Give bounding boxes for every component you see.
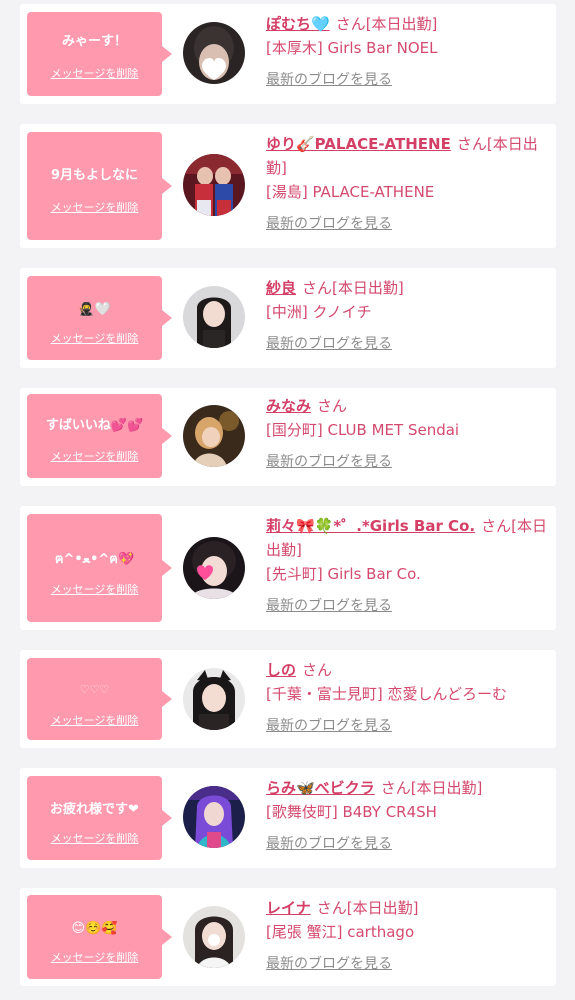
shop-info: [国分町] CLUB MET Sendai bbox=[266, 421, 460, 439]
favorite-card: すばいいね💕💕 メッセージを削除 みなみ さん [国分町] CLUB MET Se… bbox=[20, 388, 556, 486]
message-bubble: ฅ^•ﻌ•^ฅ💖 メッセージを削除 bbox=[27, 514, 172, 622]
cast-name-link[interactable]: らみ🦋べビクラ bbox=[266, 779, 375, 797]
name-line: ぽむち🩵 さん[本日出勤] bbox=[266, 12, 548, 36]
honorific: さん bbox=[335, 15, 366, 33]
message-bubble: 😊☺️🥰 メッセージを削除 bbox=[27, 895, 172, 979]
favorite-card: みゃーす！ メッセージを削除 ぽむち🩵 さん[本日出勤] [本厚木] Girls … bbox=[20, 4, 556, 104]
message-text: お疲れ様です❤ bbox=[50, 802, 139, 817]
cast-info: ぽむち🩵 さん[本日出勤] [本厚木] Girls Bar NOEL 最新のブログ… bbox=[266, 12, 548, 92]
message-bubble: すばいいね💕💕 メッセージを削除 bbox=[27, 394, 172, 478]
name-line: レイナ さん[本日出勤] bbox=[266, 896, 548, 920]
latest-blog-link[interactable]: 最新のブログを見る bbox=[266, 832, 392, 856]
cast-info: 莉々🎀🍀*゜.*Girls Bar Co. さん[本日出勤] [先斗町] Girl… bbox=[266, 514, 548, 618]
favorite-card: 9月もよしなに メッセージを削除 ゆり🎸PALACE-ATHENE さん[本日出勤… bbox=[20, 124, 556, 248]
delete-message-link[interactable]: メッセージを削除 bbox=[27, 332, 162, 346]
message-text: みゃーす！ bbox=[61, 34, 127, 49]
favorite-card: お疲れ様です❤ メッセージを削除 らみ🦋べビクラ さん[本日出勤] [歌舞伎町] … bbox=[20, 768, 556, 868]
delete-message-link[interactable]: メッセージを削除 bbox=[27, 67, 162, 81]
favorite-card: 😊☺️🥰 メッセージを削除 レイナ さん[本日出勤] [尾張 蟹江] cartha… bbox=[20, 888, 556, 986]
shop-info: [中洲] クノイチ bbox=[266, 303, 372, 321]
work-status: [本日出勤] bbox=[346, 899, 419, 917]
delete-message-link[interactable]: メッセージを削除 bbox=[27, 450, 162, 464]
work-status: [本日出勤] bbox=[332, 279, 404, 297]
cast-name-link[interactable]: 莉々🎀🍀*゜.*Girls Bar Co. bbox=[266, 517, 475, 535]
message-text: ♡♡♡ bbox=[79, 683, 110, 696]
message-bubble: お疲れ様です❤ メッセージを削除 bbox=[27, 776, 172, 860]
cast-info: 紗良 さん[本日出勤] [中洲] クノイチ 最新のブログを見る bbox=[266, 276, 548, 356]
favorite-card: 🥷🤍 メッセージを削除 紗良 さん[本日出勤] [中洲] クノイチ 最新のブログを… bbox=[20, 268, 556, 368]
name-line: ゆり🎸PALACE-ATHENE さん[本日出勤] bbox=[266, 132, 548, 180]
favorite-card: ฅ^•ﻌ•^ฅ💖 メッセージを削除 莉々🎀🍀*゜.*Girls Bar Co. さ… bbox=[20, 506, 556, 630]
cast-name-link[interactable]: みなみ bbox=[266, 397, 311, 415]
name-line: 莉々🎀🍀*゜.*Girls Bar Co. さん[本日出勤] bbox=[266, 514, 548, 562]
latest-blog-link[interactable]: 最新のブログを見る bbox=[266, 450, 392, 474]
message-bubble: みゃーす！ メッセージを削除 bbox=[27, 12, 172, 96]
cast-info: らみ🦋べビクラ さん[本日出勤] [歌舞伎町] B4BY CR4SH 最新のブログ… bbox=[266, 776, 548, 856]
cast-info: レイナ さん[本日出勤] [尾張 蟹江] carthago 最新のブログを見る bbox=[266, 896, 548, 976]
cast-name-link[interactable]: レイナ bbox=[266, 899, 311, 917]
shop-info: [湯島] PALACE-ATHENE bbox=[266, 183, 435, 201]
work-status: [本日出勤] bbox=[410, 779, 483, 797]
shop-info: [歌舞伎町] B4BY CR4SH bbox=[266, 803, 437, 821]
name-line: らみ🦋べビクラ さん[本日出勤] bbox=[266, 776, 548, 800]
cast-name-link[interactable]: しの bbox=[266, 661, 296, 679]
shop-info: [本厚木] Girls Bar NOEL bbox=[266, 39, 438, 57]
message-bubble: ♡♡♡ メッセージを削除 bbox=[27, 658, 172, 740]
honorific: さん bbox=[456, 135, 487, 153]
shop-info: [千葉・富士見町] 恋愛しんどろーむ bbox=[266, 685, 508, 703]
name-line: 紗良 さん[本日出勤] bbox=[266, 276, 548, 300]
avatar[interactable] bbox=[183, 906, 245, 968]
cast-name-link[interactable]: ゆり🎸PALACE-ATHENE bbox=[266, 135, 451, 153]
honorific: さん bbox=[317, 397, 348, 415]
message-text: ฅ^•ﻌ•^ฅ💖 bbox=[54, 552, 135, 567]
honorific: さん bbox=[316, 899, 347, 917]
delete-message-link[interactable]: メッセージを削除 bbox=[27, 583, 162, 597]
work-status: [本日出勤] bbox=[365, 15, 438, 33]
avatar[interactable] bbox=[183, 286, 245, 348]
cast-info: みなみ さん [国分町] CLUB MET Sendai 最新のブログを見る bbox=[266, 394, 548, 474]
message-bubble: 9月もよしなに メッセージを削除 bbox=[27, 132, 172, 240]
avatar[interactable] bbox=[183, 405, 245, 467]
cast-name-link[interactable]: 紗良 bbox=[266, 279, 296, 297]
message-text: 🥷🤍 bbox=[78, 302, 111, 317]
cast-info: しの さん [千葉・富士見町] 恋愛しんどろーむ 最新のブログを見る bbox=[266, 658, 548, 738]
honorific: さん bbox=[481, 517, 512, 535]
latest-blog-link[interactable]: 最新のブログを見る bbox=[266, 332, 392, 356]
avatar[interactable] bbox=[183, 22, 245, 84]
delete-message-link[interactable]: メッセージを削除 bbox=[27, 951, 162, 965]
favorite-card: ♡♡♡ メッセージを削除 しの さん [千葉・富士見町] 恋愛しんどろーむ 最新の… bbox=[20, 650, 556, 748]
cast-info: ゆり🎸PALACE-ATHENE さん[本日出勤] [湯島] PALACE-ATH… bbox=[266, 132, 548, 236]
message-bubble: 🥷🤍 メッセージを削除 bbox=[27, 276, 172, 360]
name-line: みなみ さん bbox=[266, 394, 548, 418]
shop-info: [尾張 蟹江] carthago bbox=[266, 923, 415, 941]
latest-blog-link[interactable]: 最新のブログを見る bbox=[266, 952, 392, 976]
delete-message-link[interactable]: メッセージを削除 bbox=[27, 201, 162, 215]
avatar[interactable] bbox=[183, 154, 245, 216]
avatar[interactable] bbox=[183, 668, 245, 730]
message-text: 😊☺️🥰 bbox=[71, 921, 118, 936]
shop-info: [先斗町] Girls Bar Co. bbox=[266, 565, 421, 583]
avatar[interactable] bbox=[183, 786, 245, 848]
cast-name-link[interactable]: ぽむち🩵 bbox=[266, 15, 330, 33]
latest-blog-link[interactable]: 最新のブログを見る bbox=[266, 714, 392, 738]
honorific: さん bbox=[302, 279, 333, 297]
honorific: さん bbox=[302, 661, 333, 679]
message-text: すばいいね💕💕 bbox=[45, 418, 144, 433]
name-line: しの さん bbox=[266, 658, 548, 682]
message-text: 9月もよしなに bbox=[50, 168, 139, 183]
delete-message-link[interactable]: メッセージを削除 bbox=[27, 832, 162, 846]
honorific: さん bbox=[380, 779, 411, 797]
delete-message-link[interactable]: メッセージを削除 bbox=[27, 714, 162, 728]
latest-blog-link[interactable]: 最新のブログを見る bbox=[266, 68, 392, 92]
avatar[interactable] bbox=[183, 537, 245, 599]
latest-blog-link[interactable]: 最新のブログを見る bbox=[266, 594, 392, 618]
latest-blog-link[interactable]: 最新のブログを見る bbox=[266, 212, 392, 236]
